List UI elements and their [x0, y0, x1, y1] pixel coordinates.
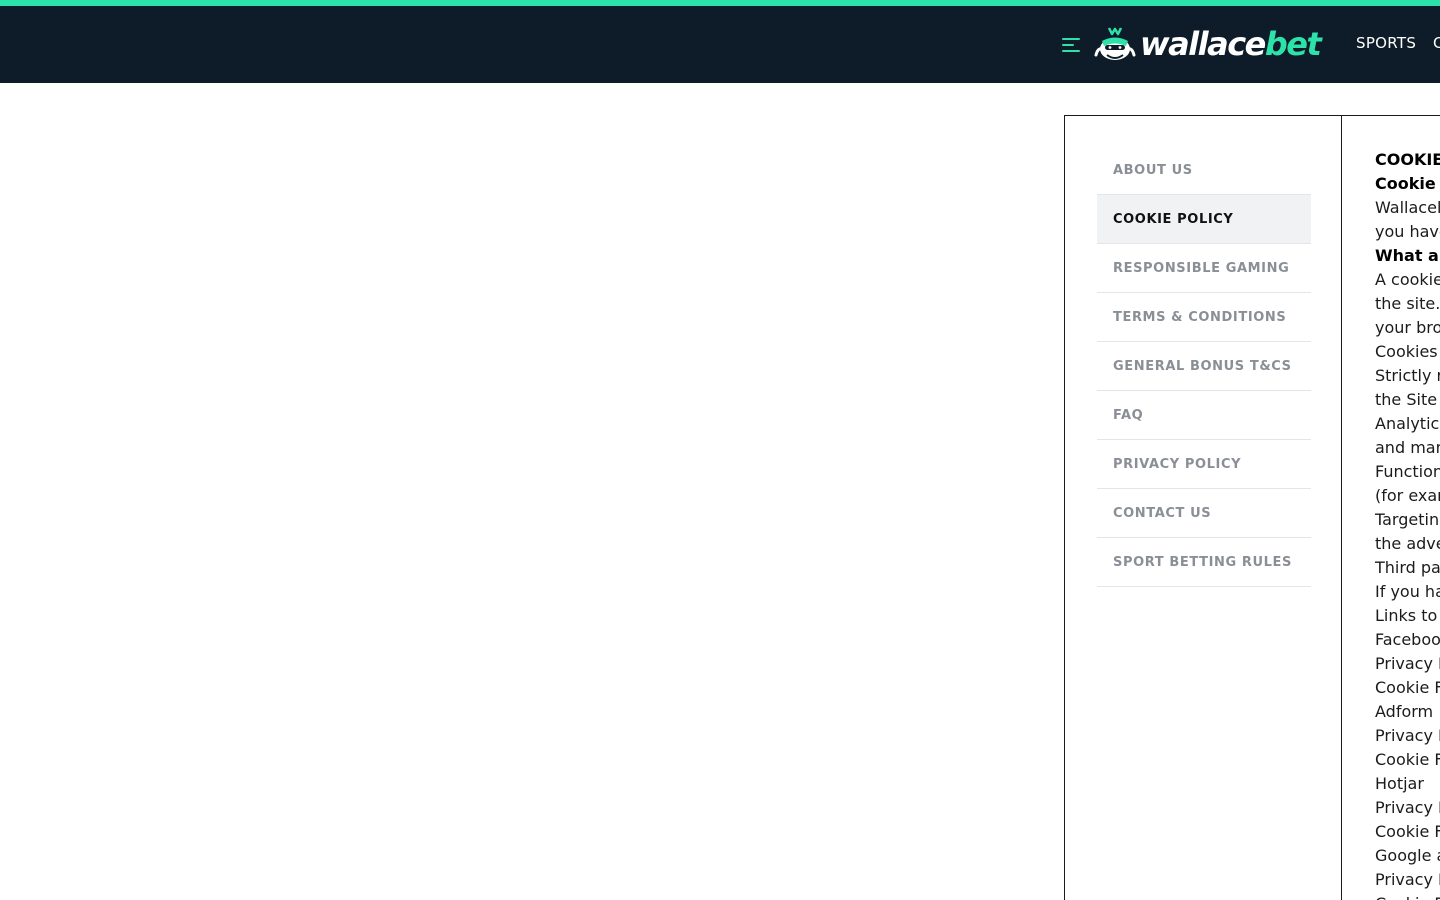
- legal-sidebar: ABOUT US COOKIE POLICY RESPONSIBLE GAMIN…: [1065, 116, 1342, 900]
- content-text-line: Privacy I: [1375, 726, 1440, 745]
- content-text-line: Cookie F: [1375, 750, 1440, 769]
- content-text-line: Cookies: [1375, 342, 1438, 361]
- content-text-line: Privacy I: [1375, 798, 1440, 817]
- content-text-line: and man: [1375, 438, 1440, 457]
- content-heading-line: What a: [1375, 246, 1439, 265]
- content-text-line: Wallacel: [1375, 198, 1440, 217]
- menu-button[interactable]: [1062, 36, 1082, 54]
- content-text-line: Cookie F: [1375, 678, 1440, 697]
- sidebar-item-cookie-policy[interactable]: COOKIE POLICY: [1097, 195, 1311, 244]
- content-text-line: you have: [1375, 222, 1440, 241]
- top-navigation-bar: wallacebet SPORTS C: [0, 6, 1440, 83]
- sidebar-item-faq[interactable]: FAQ: [1097, 391, 1311, 440]
- content-text-line: Third pa: [1375, 558, 1440, 577]
- logo-text-main: wallace: [1140, 25, 1266, 63]
- content-text-line: Cookie F: [1375, 822, 1440, 841]
- sidebar-item-terms-conditions[interactable]: TERMS & CONDITIONS: [1097, 293, 1311, 342]
- content-text-line: Google a: [1375, 846, 1440, 865]
- sidebar-item-sport-betting-rules[interactable]: SPORT BETTING RULES: [1097, 538, 1311, 587]
- content-text-line: Cookie F: [1375, 892, 1440, 900]
- content-text-line: Analytic: [1375, 414, 1440, 433]
- sidebar-item-responsible-gaming[interactable]: RESPONSIBLE GAMING: [1097, 244, 1311, 293]
- content-text-line: Privacy I: [1375, 870, 1440, 889]
- nav-link-sports[interactable]: SPORTS: [1356, 34, 1416, 52]
- content-text-line: Hotjar: [1375, 774, 1424, 793]
- sidebar-item-about-us[interactable]: ABOUT US: [1097, 146, 1311, 195]
- content-text-line: Adform: [1375, 702, 1434, 721]
- content-text-line: Strictly r: [1375, 366, 1440, 385]
- content-text-line: the Site: [1375, 390, 1438, 409]
- content-text-line: Faceboo: [1375, 630, 1440, 649]
- content-text-line: Privacy I: [1375, 654, 1440, 673]
- wallace-mascot-icon: [1094, 27, 1136, 60]
- content-text-line: your bro: [1375, 318, 1440, 337]
- content-text-line: the adve: [1375, 534, 1440, 553]
- nav-link-next[interactable]: C: [1433, 34, 1440, 52]
- content-text-line: (for exar: [1375, 486, 1440, 505]
- content-heading-line: COOKIE: [1375, 150, 1440, 169]
- legal-info-panel: ABOUT US COOKIE POLICY RESPONSIBLE GAMIN…: [1064, 115, 1440, 900]
- legal-sidebar-list: ABOUT US COOKIE POLICY RESPONSIBLE GAMIN…: [1097, 146, 1311, 587]
- content-text-line: Targeting: [1375, 510, 1440, 529]
- cookie-policy-content: COOKIE Cookie Wallacel you have What a A cook…: [1375, 148, 1440, 900]
- sidebar-item-privacy-policy[interactable]: PRIVACY POLICY: [1097, 440, 1311, 489]
- menu-icon: [1062, 38, 1080, 52]
- content-text-line: If you ha: [1375, 582, 1440, 601]
- logo-text-accent: bet: [1264, 25, 1322, 63]
- logo-text: wallacebet: [1140, 24, 1322, 64]
- sidebar-item-contact-us[interactable]: CONTACT US: [1097, 489, 1311, 538]
- content-text-line: Function: [1375, 462, 1440, 481]
- content-text-line: Links to: [1375, 606, 1438, 625]
- content-text-line: A cookie: [1375, 270, 1440, 289]
- content-heading-line: Cookie: [1375, 174, 1436, 193]
- content-text-line: the site.: [1375, 294, 1440, 313]
- wallacebet-logo[interactable]: wallacebet: [1094, 24, 1322, 64]
- sidebar-item-general-bonus-tcs[interactable]: GENERAL BONUS T&CS: [1097, 342, 1311, 391]
